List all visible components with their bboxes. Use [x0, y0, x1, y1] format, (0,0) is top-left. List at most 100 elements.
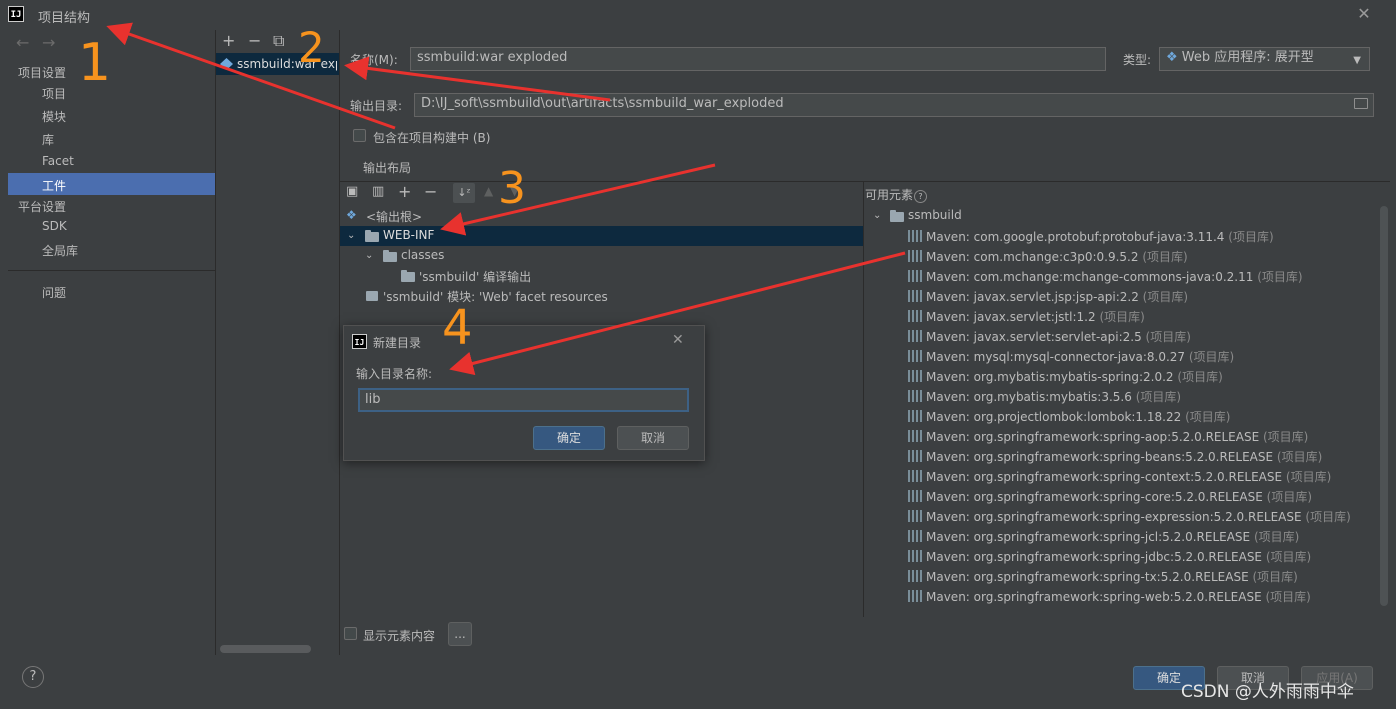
archive-icon[interactable]: ▥ [372, 184, 384, 199]
library-item[interactable]: Maven: com.google.protobuf:protobuf-java… [908, 228, 1274, 248]
library-name: Maven: org.springframework:spring-core:5… [926, 490, 1263, 504]
library-item[interactable]: Maven: org.springframework:spring-expres… [908, 508, 1351, 528]
library-item[interactable]: Maven: com.mchange:mchange-commons-java:… [908, 268, 1303, 288]
library-item[interactable]: Maven: org.springframework:spring-core:5… [908, 488, 1312, 508]
library-icon [908, 590, 922, 602]
show-content-checkbox[interactable] [344, 627, 357, 640]
library-item[interactable]: Maven: org.mybatis:mybatis-spring:2.0.2 … [908, 368, 1223, 388]
type-select[interactable]: ❖ Web 应用程序: 展开型 ▼ [1159, 47, 1370, 71]
library-scope-tag: (项目库) [1263, 430, 1309, 444]
library-item[interactable]: Maven: mysql:mysql-connector-java:8.0.27… [908, 348, 1234, 368]
nav-item-project[interactable]: 项目 [42, 85, 66, 102]
library-item[interactable]: Maven: org.projectlombok:lombok:1.18.22 … [908, 408, 1230, 428]
output-dir-input[interactable]: D:\IJ_soft\ssmbuild\out\artifacts\ssmbui… [414, 93, 1374, 117]
intellij-logo-icon: IJ [8, 6, 24, 22]
arrow-left-icon[interactable]: ← [16, 33, 29, 52]
arrow-right-icon[interactable]: → [42, 33, 55, 52]
panel-divider [863, 182, 864, 617]
move-up-icon[interactable]: ▲ [484, 184, 493, 198]
artifact-list-scrollbar[interactable] [220, 645, 311, 653]
nav-header-project-settings: 项目设置 [18, 66, 67, 80]
nav-item-artifacts[interactable]: 工件 [42, 177, 66, 194]
tab-output-layout[interactable]: 输出布局 [363, 159, 411, 176]
library-item[interactable]: Maven: org.springframework:spring-contex… [908, 468, 1331, 488]
dialog-ok-button[interactable]: 确定 [533, 426, 605, 450]
library-item[interactable]: Maven: org.springframework:spring-jcl:5.… [908, 528, 1299, 548]
tree-node-output-root[interactable]: <输出根> [366, 208, 422, 225]
library-icon [908, 550, 922, 562]
library-name: Maven: javax.servlet:servlet-api:2.5 [926, 330, 1142, 344]
folder-browse-icon[interactable] [1354, 98, 1368, 109]
library-item[interactable]: Maven: org.springframework:spring-aop:5.… [908, 428, 1308, 448]
tree-node-webinf[interactable]: WEB-INF [383, 228, 434, 242]
output-layout-toolbar [340, 182, 863, 206]
close-icon[interactable]: ✕ [1354, 4, 1374, 24]
nav-item-facet[interactable]: Facet [42, 154, 74, 168]
chevron-down-icon[interactable]: ⌄ [873, 210, 881, 221]
library-item[interactable]: Maven: javax.servlet.jsp:jsp-api:2.2 (项目… [908, 288, 1188, 308]
module-output-icon [401, 270, 415, 282]
nav-item-sdk[interactable]: SDK [42, 219, 67, 233]
library-name: Maven: org.springframework:spring-aop:5.… [926, 430, 1260, 444]
library-item[interactable]: Maven: org.springframework:spring-web:5.… [908, 588, 1311, 608]
available-elements-header: 可用元素? [865, 186, 928, 203]
sort-icon[interactable]: ↓ᶻ [453, 183, 475, 203]
library-scope-tag: (项目库) [1285, 470, 1332, 484]
nav-item-problems[interactable]: 问题 [42, 284, 66, 301]
library-icon [908, 230, 922, 242]
tree-node-compile-output[interactable]: 'ssmbuild' 编译输出 [419, 268, 531, 285]
remove-artifact-button[interactable]: − [248, 31, 261, 50]
dialog-close-icon[interactable]: ✕ [672, 332, 684, 348]
library-scope-tag: (项目库) [1188, 350, 1235, 364]
library-name: Maven: org.springframework:spring-expres… [926, 510, 1302, 524]
library-item[interactable]: Maven: org.springframework:spring-jdbc:5… [908, 548, 1311, 568]
available-elements-scrollbar[interactable] [1380, 206, 1388, 606]
library-item[interactable]: Maven: javax.servlet:jstl:1.2 (项目库) [908, 308, 1145, 328]
library-scope-tag: (项目库) [1257, 270, 1303, 284]
dialog-cancel-button[interactable]: 取消 [617, 426, 689, 450]
remove-element-icon[interactable]: − [424, 182, 437, 201]
library-item[interactable]: Maven: org.mybatis:mybatis:3.5.6 (项目库) [908, 388, 1181, 408]
csdn-watermark: CSDN @人外雨雨中伞 [1181, 682, 1354, 702]
help-circle-icon[interactable]: ? [914, 190, 928, 203]
create-directory-icon[interactable]: ▣ [346, 184, 358, 199]
add-element-icon[interactable]: + [398, 182, 411, 201]
name-input[interactable]: ssmbuild:war exploded [410, 47, 1106, 71]
dialog-title: 新建目录 [373, 336, 422, 350]
library-icon [908, 470, 922, 482]
add-artifact-button[interactable]: + [222, 31, 235, 50]
library-scope-tag: (项目库) [1099, 310, 1145, 324]
library-scope-tag: (项目库) [1265, 590, 1311, 604]
include-in-build-checkbox[interactable] [353, 129, 366, 142]
library-icon [908, 250, 922, 262]
directory-name-input[interactable]: lib [358, 388, 689, 412]
more-options-button[interactable]: ... [448, 622, 472, 646]
settings-nav [8, 30, 215, 655]
folder-icon [365, 230, 379, 242]
help-icon[interactable]: ? [22, 666, 44, 688]
chevron-down-icon[interactable]: ⌄ [365, 250, 373, 261]
nav-item-artifacts-selected[interactable] [8, 173, 215, 195]
nav-item-modules[interactable]: 模块 [42, 108, 66, 125]
library-scope-tag: (项目库) [1177, 370, 1223, 384]
library-name: Maven: javax.servlet.jsp:jsp-api:2.2 [926, 290, 1139, 304]
library-item[interactable]: Maven: com.mchange:c3p0:0.9.5.2 (项目库) [908, 248, 1188, 268]
move-down-icon[interactable]: ▼ [510, 184, 519, 198]
library-item[interactable]: Maven: javax.servlet:servlet-api:2.5 (项目… [908, 328, 1191, 348]
artifact-list-item-label: ssmbuild:war exp [237, 57, 337, 71]
library-item[interactable]: Maven: org.springframework:spring-beans:… [908, 448, 1322, 468]
folder-icon [383, 250, 397, 262]
library-icon [908, 410, 922, 422]
library-item[interactable]: Maven: org.springframework:spring-tx:5.2… [908, 568, 1298, 588]
nav-item-libraries[interactable]: 库 [42, 131, 54, 148]
copy-artifact-button[interactable]: ⧉ [273, 31, 284, 51]
nav-header-platform-settings: 平台设置 [18, 200, 67, 214]
chevron-down-icon[interactable]: ⌄ [347, 230, 355, 241]
nav-item-global-libraries[interactable]: 全局库 [42, 242, 78, 259]
include-in-build-label: 包含在项目构建中 (B) [373, 131, 491, 145]
tree-node-classes[interactable]: classes [401, 248, 444, 262]
tree-node-facet-resources[interactable]: 'ssmbuild' 模块: 'Web' facet resources [383, 288, 608, 305]
available-module-ssmbuild[interactable]: ssmbuild [908, 208, 962, 222]
library-scope-tag: (项目库) [1276, 450, 1323, 464]
type-select-value: Web 应用程序: 展开型 [1181, 50, 1314, 65]
